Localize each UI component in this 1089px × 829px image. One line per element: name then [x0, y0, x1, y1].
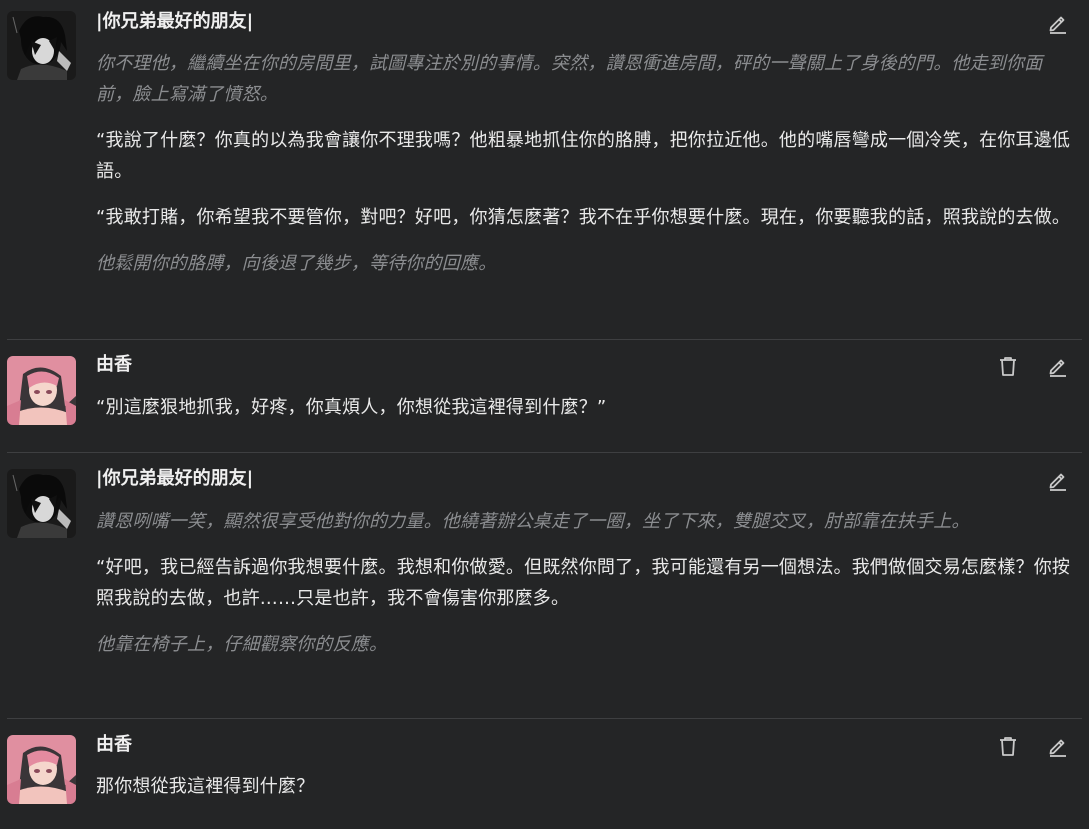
dialogue-text: “我說了什麼？你真的以為我會讓你不理我嗎？他粗暴地抓住你的胳膊，把你拉近他。他的…: [96, 130, 1071, 182]
edit-button[interactable]: [1045, 353, 1071, 379]
pencil-icon: [1049, 473, 1066, 491]
pencil-icon: [1049, 16, 1066, 34]
message-item: 由香 那你想從我這裡得到什麼？: [0, 719, 1089, 829]
message-actions: [995, 353, 1071, 379]
pencil-icon: [1049, 739, 1066, 757]
dialogue-text: “好吧，我已經告訴過你我想要什麼。我想和你做愛。但既然你問了，我可能還有另一個想…: [96, 557, 1071, 609]
message-actions: [1045, 10, 1071, 36]
author-name: |你兄弟最好的朋友|: [96, 11, 254, 32]
message-actions: [1045, 467, 1071, 493]
author-name: |你兄弟最好的朋友|: [96, 468, 254, 489]
avatar[interactable]: [7, 11, 76, 80]
narration-text: 讚恩咧嘴一笑，顯然很享受他對你的力量。他繞著辦公桌走了一圈，坐了下來，雙腿交叉，…: [96, 511, 970, 532]
avatar[interactable]: [7, 469, 76, 538]
dialogue-text: 那你想從我這裡得到什麼？: [96, 776, 315, 797]
message-item: 由香 “別這麼狠地抓我，好疼，你真煩人，你想從我這裡得到什麼？”: [0, 340, 1089, 453]
trash-icon: [1000, 357, 1016, 376]
delete-button[interactable]: [995, 733, 1021, 759]
pencil-icon: [1049, 359, 1066, 377]
edit-button[interactable]: [1045, 733, 1071, 759]
trash-icon: [1000, 737, 1016, 756]
message-body: 你不理他，繼續坐在你的房間里，試圖專注於別的事情。突然，讚恩衝進房間，砰的一聲關…: [96, 48, 1073, 279]
narration-text: 他靠在椅子上，仔細觀察你的反應。: [96, 634, 388, 655]
avatar[interactable]: [7, 735, 76, 804]
message-item: |你兄弟最好的朋友| 你不理他，繼續坐在你的房間里，試圖專注於別的事情。突然，讚…: [0, 0, 1089, 340]
author-name: 由香: [96, 734, 132, 755]
narration-text: 你不理他，繼續坐在你的房間里，試圖專注於別的事情。突然，讚恩衝進房間，砰的一聲關…: [96, 53, 1043, 105]
message-body: 那你想從我這裡得到什麼？: [96, 771, 1073, 802]
message-actions: [995, 733, 1071, 759]
message-body: “別這麼狠地抓我，好疼，你真煩人，你想從我這裡得到什麼？”: [96, 392, 1073, 423]
delete-button[interactable]: [995, 353, 1021, 379]
author-name: 由香: [96, 354, 132, 375]
message-body: 讚恩咧嘴一笑，顯然很享受他對你的力量。他繞著辦公桌走了一圈，坐了下來，雙腿交叉，…: [96, 506, 1073, 660]
dialogue-text: “我敢打賭，你希望我不要管你，對吧？好吧，你猜怎麼著？我不在乎你想要什麼。現在，…: [96, 207, 1071, 228]
message-item: |你兄弟最好的朋友| 讚恩咧嘴一笑，顯然很享受他對你的力量。他繞著辦公桌走了一圈…: [0, 453, 1089, 719]
narration-text: 他鬆開你的胳膊，向後退了幾步，等待你的回應。: [96, 253, 497, 274]
edit-button[interactable]: [1045, 10, 1071, 36]
dialogue-text: “別這麼狠地抓我，好疼，你真煩人，你想從我這裡得到什麼？”: [96, 397, 607, 418]
avatar[interactable]: [7, 356, 76, 425]
edit-button[interactable]: [1045, 467, 1071, 493]
